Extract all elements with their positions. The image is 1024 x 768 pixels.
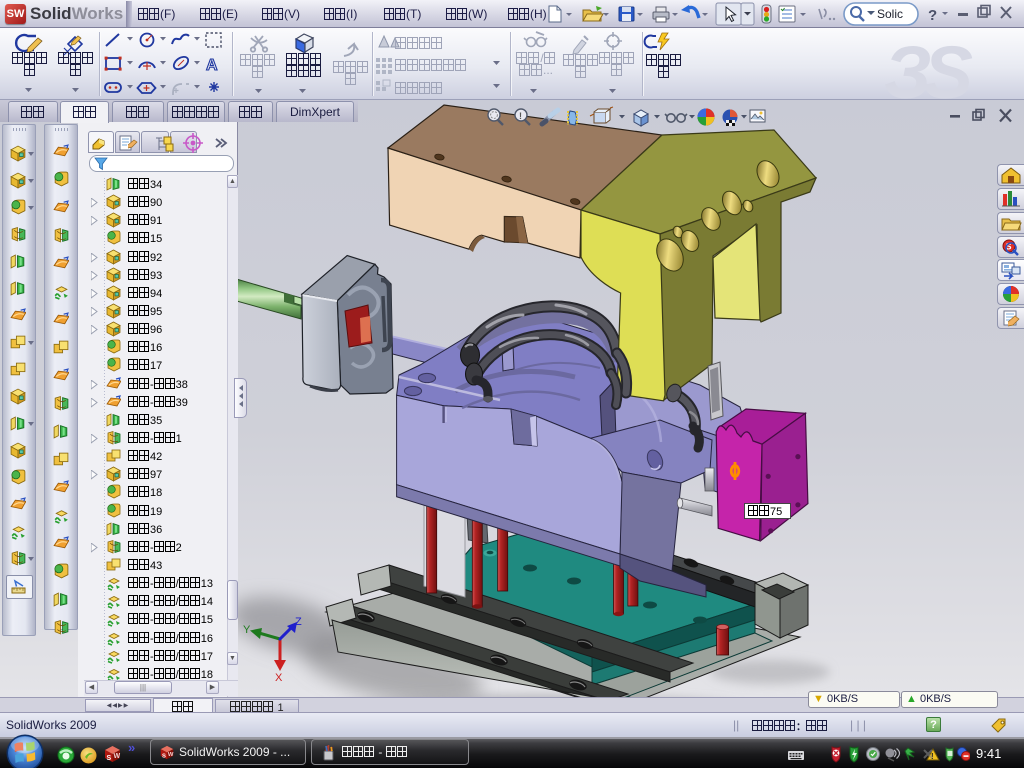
svg-text:W: W [114,753,121,760]
svg-text:W: W [168,752,174,758]
svg-text:?: ? [928,7,937,24]
svg-text:X: X [275,672,283,684]
svg-text:Y: Y [243,624,251,636]
svg-text:Z: Z [295,616,302,628]
svg-text:A: A [206,57,218,74]
svg-text:S: S [162,754,166,760]
svg-text:Solic: Solic [877,7,903,21]
svg-text:!: ! [519,111,522,121]
svg-text:S: S [107,755,112,762]
svg-text:ЗS: ЗS [884,31,973,99]
